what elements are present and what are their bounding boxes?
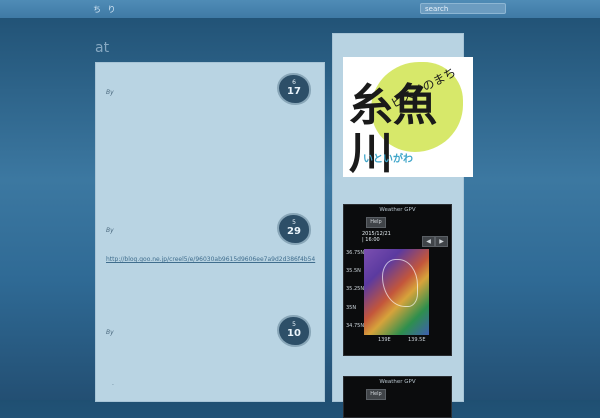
main-content: By 6 17 By 5 29 http://blog.goo.ne.jp/cr… bbox=[95, 62, 325, 402]
date-badge: 5 10 bbox=[279, 317, 309, 345]
search-input[interactable]: search bbox=[420, 3, 506, 14]
weather-map bbox=[364, 249, 429, 335]
widget-title: Weather GPV bbox=[379, 379, 416, 385]
post-author: By bbox=[106, 329, 114, 336]
forecast-time: | 16:00 bbox=[362, 237, 380, 243]
date-month: 5 bbox=[292, 219, 296, 226]
post-author: By bbox=[106, 89, 114, 96]
weather-gpv-widget-2: Weather GPV Help bbox=[343, 376, 452, 418]
widget-title: Weather GPV bbox=[379, 207, 416, 213]
date-day: 17 bbox=[287, 86, 301, 97]
coastline bbox=[382, 259, 418, 307]
date-month: 5 bbox=[292, 321, 296, 328]
date-day: 29 bbox=[287, 226, 301, 237]
date-day: 10 bbox=[287, 328, 301, 339]
lat-label: 35N bbox=[346, 305, 357, 311]
next-arrow-icon[interactable]: ▶ bbox=[435, 236, 448, 247]
date-month: 6 bbox=[292, 79, 296, 86]
date-badge: 5 29 bbox=[279, 215, 309, 243]
lon-label: 139E bbox=[378, 337, 391, 343]
lat-label: 35.5N bbox=[346, 268, 361, 274]
prev-arrow-icon[interactable]: ◀ bbox=[422, 236, 435, 247]
lat-label: 34.75N bbox=[346, 323, 365, 329]
post-link[interactable]: http://blog.goo.ne.jp/creel5/e/96030ab96… bbox=[106, 256, 315, 263]
site-title[interactable]: at bbox=[95, 40, 109, 56]
sidebar: ヒスイのまち 糸魚川 いといがわ Weather GPV Help 2015/1… bbox=[332, 33, 473, 418]
lon-label: 139.5E bbox=[408, 337, 426, 343]
lat-label: 36.75N bbox=[346, 250, 365, 256]
top-nav-text[interactable]: ち り bbox=[93, 4, 118, 15]
weather-gpv-widget: Weather GPV Help 2015/12/21 | 16:00 ◀ ▶ … bbox=[343, 204, 452, 356]
date-badge: 6 17 bbox=[279, 75, 309, 103]
post-author: By bbox=[106, 227, 114, 234]
itoigawa-logo[interactable]: ヒスイのまち 糸魚川 いといがわ bbox=[343, 57, 473, 177]
help-button[interactable]: Help bbox=[366, 389, 386, 400]
lat-label: 35.25N bbox=[346, 286, 365, 292]
help-button[interactable]: Help bbox=[366, 217, 386, 228]
forecast-timestamp: 2015/12/21 | 16:00 bbox=[362, 231, 391, 243]
top-bar: ち り search bbox=[0, 0, 600, 18]
logo-kana-bottom: いといがわ bbox=[363, 154, 413, 165]
post-text: . bbox=[112, 380, 114, 387]
